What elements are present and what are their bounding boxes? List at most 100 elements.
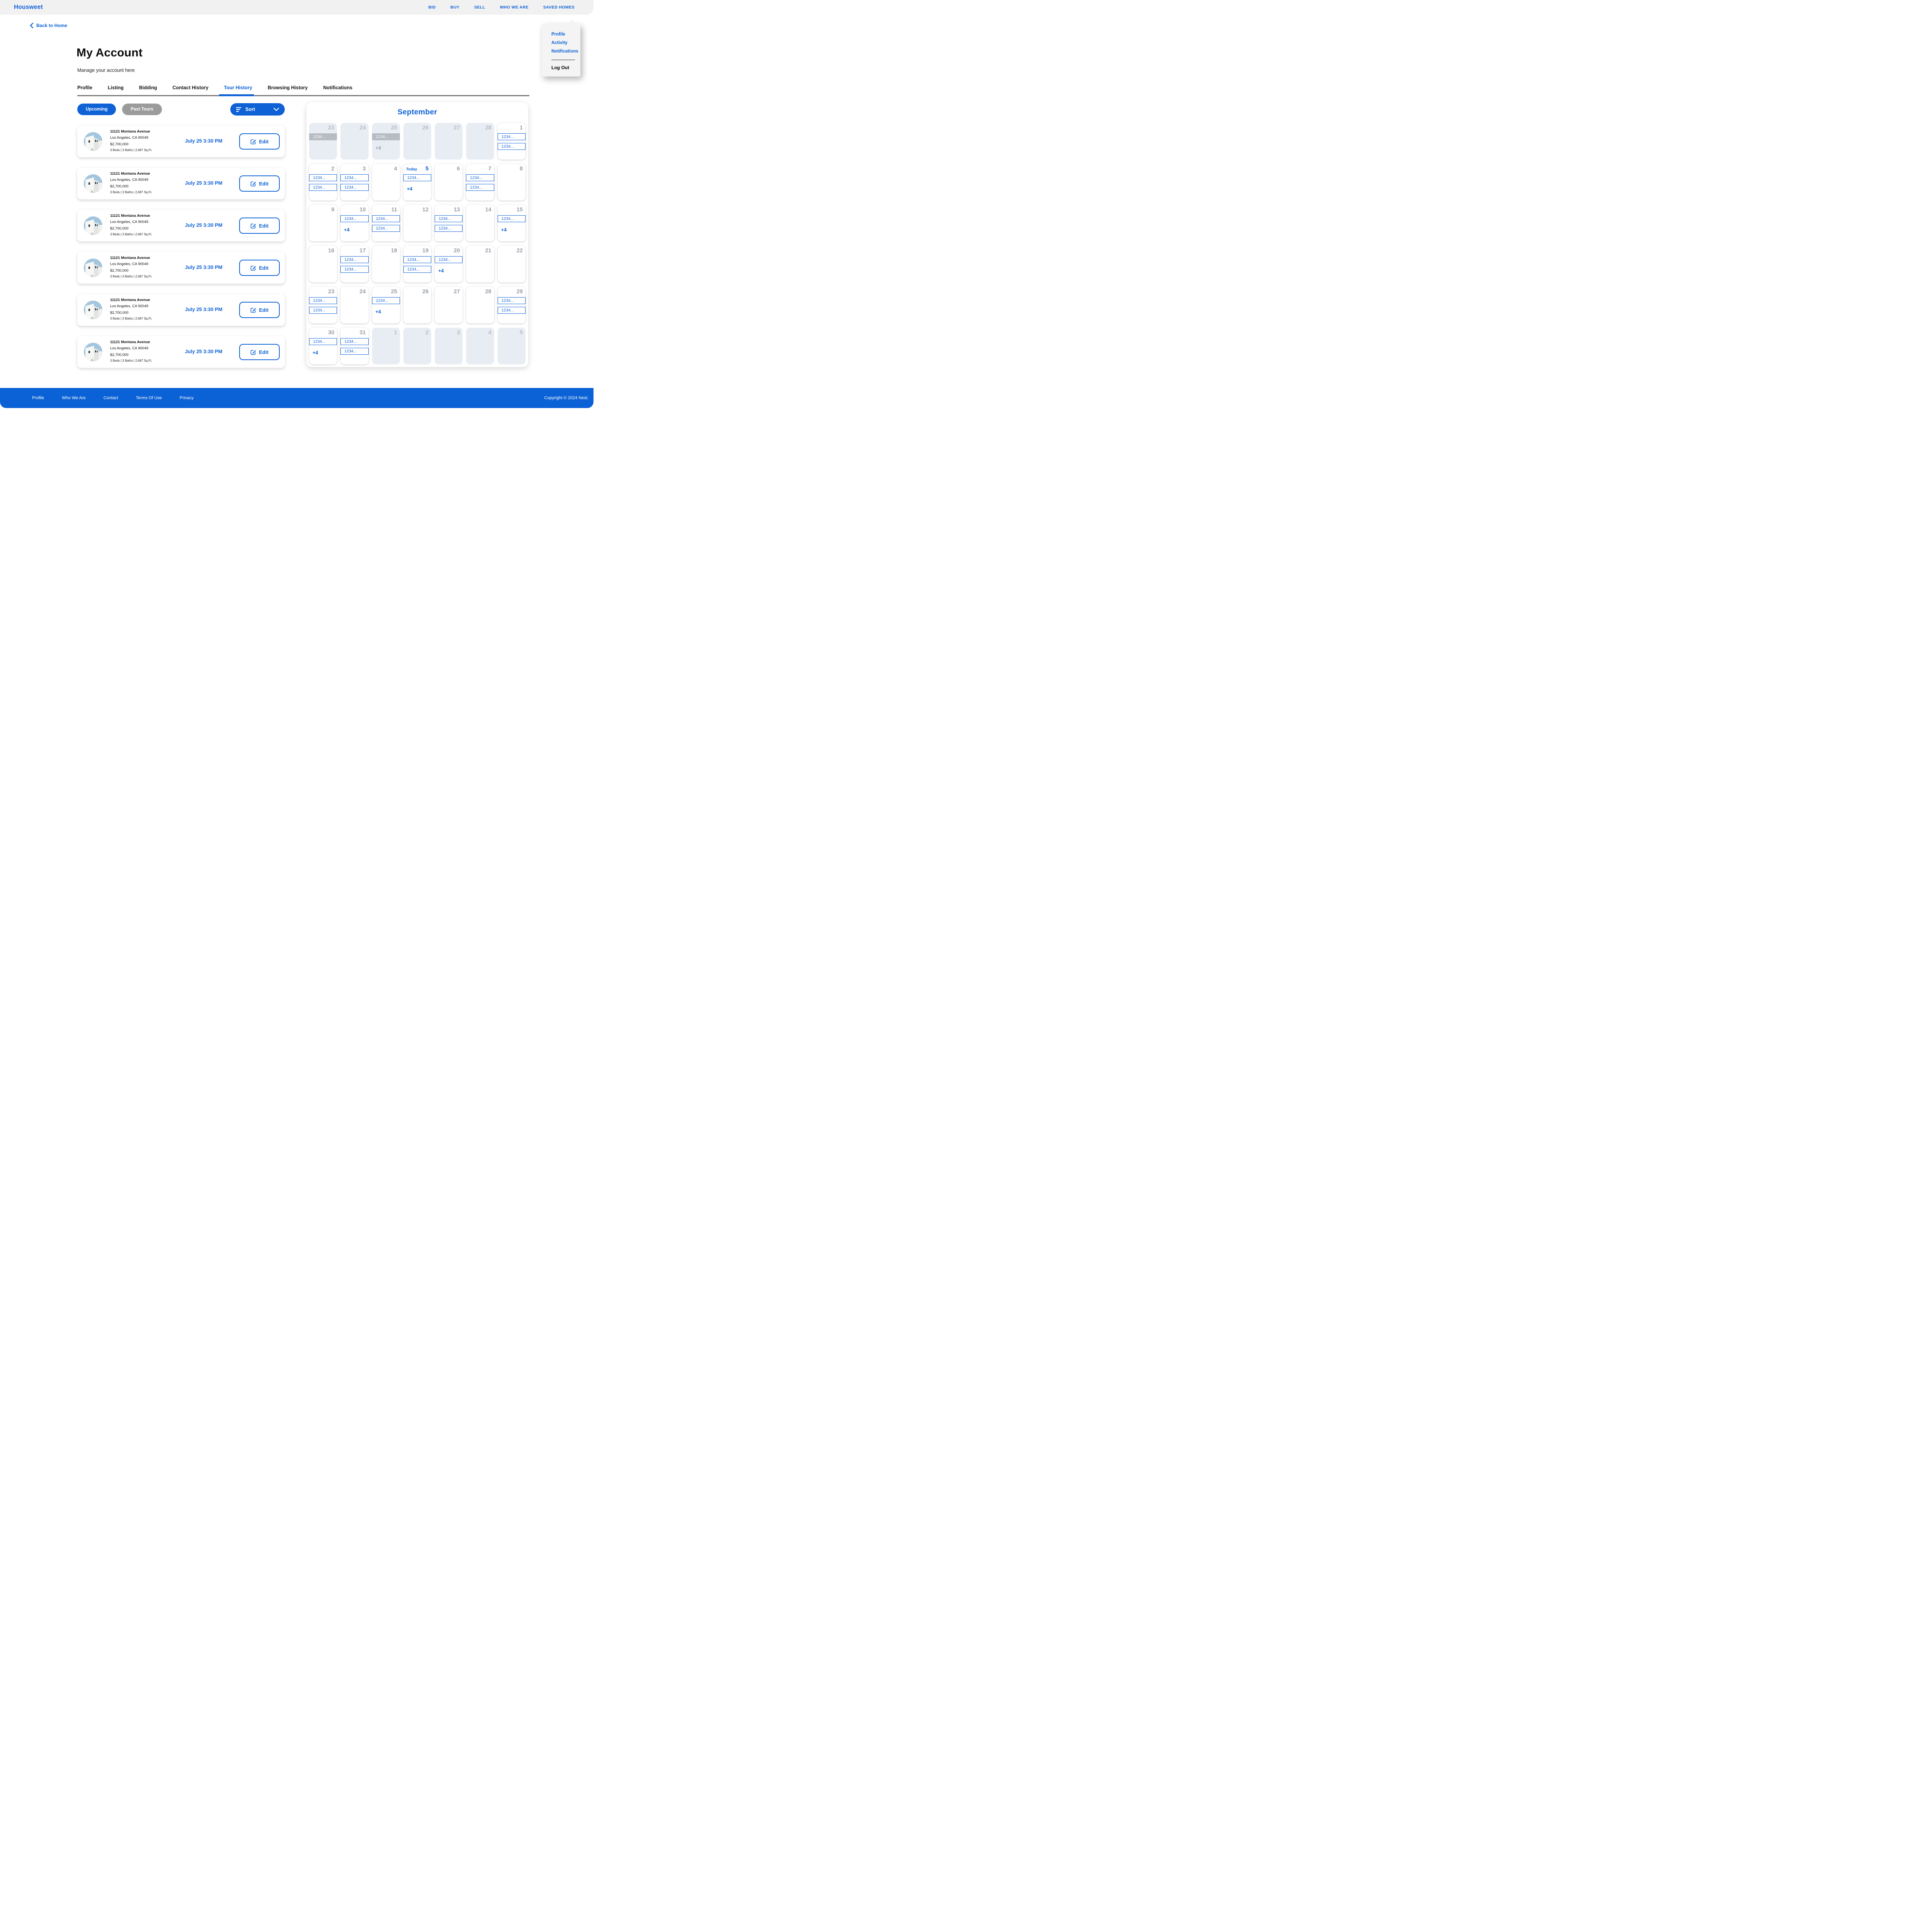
event-chip[interactable]: 1234...: [309, 297, 337, 304]
event-chip[interactable]: 1234...: [340, 266, 368, 273]
calendar-day-30[interactable]: 301234...+4: [309, 328, 337, 364]
tour-card[interactable]: 11121 Montana AvenueLos Angeles, CA 9004…: [77, 168, 285, 199]
event-chip[interactable]: 1234...: [498, 297, 526, 304]
calendar-day-27-muted[interactable]: 27: [435, 123, 463, 160]
calendar-day-21[interactable]: 21: [466, 246, 494, 282]
calendar-day-28-muted[interactable]: 28: [466, 123, 494, 160]
event-chip[interactable]: 1234...: [372, 297, 400, 304]
event-chip[interactable]: 1234...: [435, 215, 463, 222]
event-chip[interactable]: 1234...: [309, 338, 337, 345]
calendar-day-18[interactable]: 18: [372, 246, 400, 282]
event-chip[interactable]: 1234...: [340, 338, 368, 345]
tour-card[interactable]: 11121 Montana AvenueLos Angeles, CA 9004…: [77, 126, 285, 157]
event-chip[interactable]: 1234...: [403, 174, 431, 181]
event-chip[interactable]: 1234...: [435, 256, 463, 263]
event-chip[interactable]: 1234...: [309, 184, 337, 191]
calendar-day-3-muted[interactable]: 3: [435, 328, 463, 364]
calendar-day-20[interactable]: 201234...+4: [435, 246, 463, 282]
brand-logo[interactable]: Housweet: [14, 4, 43, 11]
calendar-day-31[interactable]: 311234...1234...: [340, 328, 368, 364]
menu-item-log-out[interactable]: Log Out: [551, 65, 580, 70]
tour-card[interactable]: 11121 Montana AvenueLos Angeles, CA 9004…: [77, 252, 285, 284]
calendar-day-23[interactable]: 231234...1234...: [309, 287, 337, 323]
calendar-day-7[interactable]: 71234...1234...: [466, 164, 494, 201]
footer-link-terms-of-use[interactable]: Terms Of Use: [136, 396, 162, 400]
filter-past-tours[interactable]: Past Tours: [122, 104, 162, 115]
more-events-label[interactable]: +4: [406, 186, 429, 192]
calendar-day-19[interactable]: 191234...1234...: [403, 246, 431, 282]
footer-link-profile[interactable]: Profile: [32, 396, 44, 400]
tab-notifications[interactable]: Notifications: [323, 85, 352, 90]
event-chip[interactable]: 1234...: [498, 143, 526, 150]
calendar-day-29[interactable]: 291234...1234...: [498, 287, 526, 323]
more-events-label[interactable]: +4: [375, 309, 397, 315]
calendar-day-6[interactable]: 6: [435, 164, 463, 201]
calendar-day-11[interactable]: 111234...1234...: [372, 205, 400, 242]
event-chip[interactable]: 1234...: [498, 307, 526, 314]
more-events-label[interactable]: +4: [312, 350, 334, 355]
nav-link-buy[interactable]: BUY: [451, 5, 459, 10]
tour-card[interactable]: 11121 Montana AvenueLos Angeles, CA 9004…: [77, 336, 285, 368]
event-chip[interactable]: 1234...: [340, 256, 368, 263]
tab-listing[interactable]: Listing: [108, 85, 124, 90]
tab-bidding[interactable]: Bidding: [139, 85, 157, 90]
tab-tour-history[interactable]: Tour History: [224, 85, 252, 90]
event-chip[interactable]: 1234...: [435, 225, 463, 232]
calendar-day-2[interactable]: 21234...1234...: [309, 164, 337, 201]
event-chip[interactable]: 1234...: [372, 133, 400, 140]
calendar-day-12[interactable]: 12: [403, 205, 431, 242]
tab-browsing-history[interactable]: Browsing History: [268, 85, 308, 90]
calendar-day-15[interactable]: 151234...+4: [498, 205, 526, 242]
event-chip[interactable]: 1234...: [340, 348, 368, 355]
calendar-day-13[interactable]: 131234...1234...: [435, 205, 463, 242]
edit-tour-button[interactable]: Edit: [239, 344, 280, 360]
nav-link-who-we-are[interactable]: WHO WE ARE: [500, 5, 529, 10]
calendar-day-28[interactable]: 28: [466, 287, 494, 323]
calendar-day-14[interactable]: 14: [466, 205, 494, 242]
tour-card[interactable]: 11121 Montana AvenueLos Angeles, CA 9004…: [77, 294, 285, 326]
edit-tour-button[interactable]: Edit: [239, 218, 280, 234]
calendar-day-8[interactable]: 8: [498, 164, 526, 201]
tour-card[interactable]: 11121 Montana AvenueLos Angeles, CA 9004…: [77, 210, 285, 242]
event-chip[interactable]: 1234...: [340, 174, 368, 181]
event-chip[interactable]: 1234...: [340, 184, 368, 191]
calendar-day-26-muted[interactable]: 26: [403, 123, 431, 160]
event-chip[interactable]: 1234...: [340, 215, 368, 222]
calendar-day-27[interactable]: 27: [435, 287, 463, 323]
footer-link-contact[interactable]: Contact: [104, 396, 118, 400]
calendar-day-4-muted[interactable]: 4: [466, 328, 494, 364]
edit-tour-button[interactable]: Edit: [239, 260, 280, 276]
event-chip[interactable]: 1234...: [372, 225, 400, 232]
event-chip[interactable]: 1234...: [309, 174, 337, 181]
edit-tour-button[interactable]: Edit: [239, 302, 280, 318]
event-chip[interactable]: 1234...: [309, 133, 337, 140]
back-to-home-link[interactable]: Back to Home: [30, 23, 67, 28]
more-events-label[interactable]: +4: [343, 227, 366, 233]
more-events-label[interactable]: +4: [500, 227, 523, 233]
footer-link-privacy[interactable]: Privacy: [180, 396, 194, 400]
edit-tour-button[interactable]: Edit: [239, 175, 280, 192]
filter-upcoming[interactable]: Upcoming: [77, 104, 116, 115]
nav-link-bid[interactable]: BID: [428, 5, 435, 10]
calendar-day-9[interactable]: 9: [309, 205, 337, 242]
event-chip[interactable]: 1234...: [403, 266, 431, 273]
calendar-day-3[interactable]: 31234...1234...: [340, 164, 368, 201]
event-chip[interactable]: 1234...: [498, 133, 526, 140]
menu-item-profile[interactable]: Profile: [551, 30, 580, 39]
calendar-day-2-muted[interactable]: 2: [403, 328, 431, 364]
calendar-day-16[interactable]: 16: [309, 246, 337, 282]
nav-link-saved-homes[interactable]: SAVED HOMES: [543, 5, 575, 10]
event-chip[interactable]: 1234...: [403, 256, 431, 263]
more-events-label[interactable]: +4: [437, 268, 460, 274]
calendar-day-25[interactable]: 251234...+4: [372, 287, 400, 323]
calendar-day-1[interactable]: 11234...1234...: [498, 123, 526, 160]
calendar-day-26[interactable]: 26: [403, 287, 431, 323]
event-chip[interactable]: 1234...: [372, 215, 400, 222]
event-chip[interactable]: 1234...: [498, 215, 526, 222]
nav-link-sell[interactable]: SELL: [474, 5, 485, 10]
tab-contact-history[interactable]: Contact History: [172, 85, 208, 90]
calendar-day-25-muted[interactable]: 251234...+4: [372, 123, 400, 160]
calendar-day-10[interactable]: 101234...+4: [340, 205, 368, 242]
menu-item-notifications[interactable]: Notifications: [551, 47, 580, 56]
calendar-day-23-muted[interactable]: 231234...: [309, 123, 337, 160]
